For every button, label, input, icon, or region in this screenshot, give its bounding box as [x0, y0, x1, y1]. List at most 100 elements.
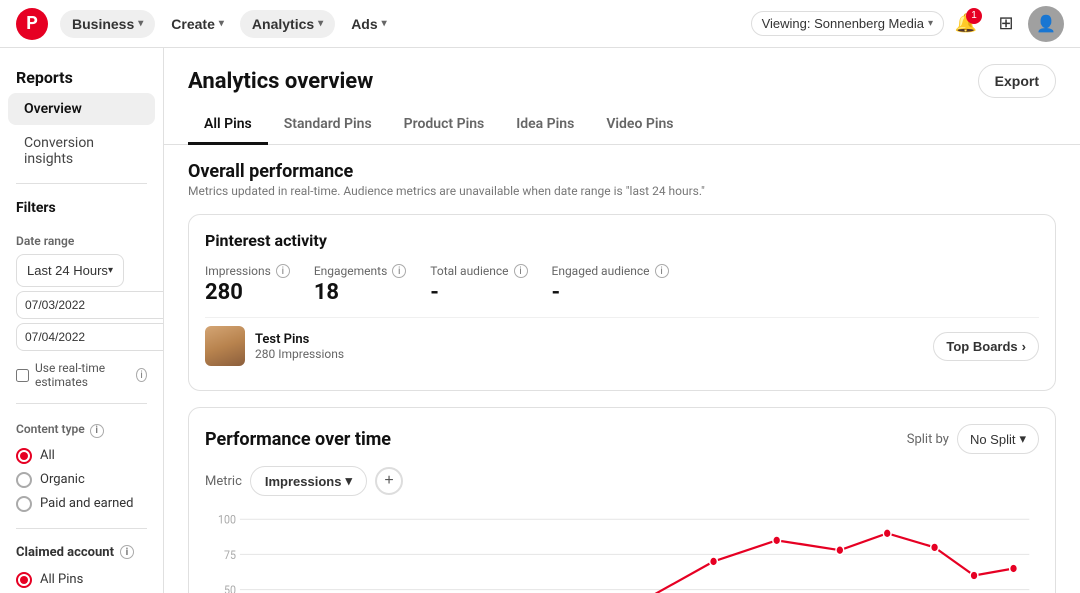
real-time-checkbox[interactable]: [16, 369, 29, 382]
pin-preview-left: Test Pins 280 Impressions: [205, 326, 344, 366]
add-metric-button[interactable]: +: [375, 467, 403, 495]
claimed-account-info-icon[interactable]: i: [120, 545, 134, 559]
avatar-icon: 👤: [1036, 14, 1056, 33]
top-boards-button[interactable]: Top Boards ›: [933, 332, 1039, 361]
metric-value-display: 280: [205, 280, 290, 305]
tab-bar: All PinsStandard PinsProduct PinsIdea Pi…: [164, 106, 1080, 145]
metric-label-engaged-audience: Engaged audience i: [552, 264, 669, 278]
overview-label: Overview: [24, 101, 82, 117]
metric-info-icon[interactable]: i: [514, 264, 528, 278]
viewing-button[interactable]: Viewing: Sonnenberg Media ▾: [751, 11, 944, 36]
performance-chart: 100755025-20h-16h-12h-8h-4hNow: [205, 508, 1039, 593]
content-type-radio-group: AllOrganic Paid and earned: [0, 440, 163, 520]
overall-performance-title: Overall performance: [188, 161, 1056, 182]
date-from-row: 📅: [16, 291, 147, 319]
metric-item-impressions: Impressions i 280: [205, 264, 290, 305]
messages-button[interactable]: ⊞: [988, 6, 1024, 42]
create-nav-button[interactable]: Create ▾: [159, 10, 236, 38]
radio-organic[interactable]: Organic: [0, 468, 163, 492]
tab-all-pins[interactable]: All Pins: [188, 106, 268, 145]
date-from-input[interactable]: [16, 291, 164, 319]
date-to-input[interactable]: [16, 323, 164, 351]
pin-name: Test Pins: [255, 332, 344, 347]
metric-label-total-audience: Total audience i: [430, 264, 527, 278]
real-time-estimates-row: Use real-time estimates i: [0, 355, 163, 395]
top-boards-label: Top Boards: [946, 339, 1017, 354]
conversion-insights-label: Conversion insights: [24, 135, 94, 167]
notification-badge: 1: [966, 8, 982, 24]
tab-video-pins[interactable]: Video Pins: [590, 106, 689, 145]
ads-nav-label: Ads: [351, 16, 377, 32]
pinterest-logo: P: [16, 8, 48, 40]
split-by-select[interactable]: No Split ▾: [957, 424, 1039, 454]
pin-impressions-label: 280 Impressions: [255, 347, 344, 361]
svg-text:75: 75: [224, 547, 236, 562]
ads-chevron-icon: ▾: [382, 18, 387, 29]
content-type-info-icon[interactable]: i: [90, 424, 104, 438]
page-title: Analytics overview: [188, 69, 373, 94]
metric-label-impressions: Impressions i: [205, 264, 290, 278]
business-nav-label: Business: [72, 16, 134, 32]
viewing-label: Viewing: Sonnenberg Media: [762, 16, 924, 31]
create-chevron-icon: ▾: [219, 18, 224, 29]
split-by-label: Split by: [907, 432, 949, 447]
create-nav-label: Create: [171, 16, 215, 32]
grid-icon: ⊞: [998, 13, 1013, 34]
overall-performance-subtitle: Metrics updated in real-time. Audience m…: [188, 184, 1056, 198]
content-type-section-label: Content type i: [0, 412, 163, 440]
main-content: Analytics overview Export All PinsStanda…: [164, 48, 1080, 593]
metric-value-display: -: [552, 280, 669, 305]
radio-circle-icon: [16, 448, 32, 464]
page-container: Reports Overview Conversion insights Fil…: [0, 48, 1080, 593]
split-by-row: Split by No Split ▾: [907, 424, 1039, 454]
metric-info-icon[interactable]: i: [392, 264, 406, 278]
sidebar-divider: [16, 183, 147, 184]
sidebar-item-overview[interactable]: Overview: [8, 93, 155, 125]
metric-select-button[interactable]: Impressions ▾: [250, 466, 367, 496]
top-boards-chevron-icon: ›: [1022, 339, 1026, 354]
metric-item-engagements: Engagements i 18: [314, 264, 406, 305]
reports-section-title: Reports: [0, 60, 163, 91]
export-button[interactable]: Export: [978, 64, 1056, 98]
tab-idea-pins[interactable]: Idea Pins: [500, 106, 590, 145]
radio-circle-icon: [16, 496, 32, 512]
pinterest-activity-card: Pinterest activity Impressions i 280 Eng…: [188, 214, 1056, 391]
radio-paid-and-earned[interactable]: Paid and earned: [0, 492, 163, 516]
radio-option-label: All Pins: [40, 572, 83, 587]
real-time-info-icon[interactable]: i: [136, 368, 147, 382]
radio-circle-icon: [16, 572, 32, 588]
analytics-chevron-icon: ▾: [318, 18, 323, 29]
viewing-chevron-icon: ▾: [928, 18, 933, 29]
metrics-row: Impressions i 280 Engagements i 18 Total…: [205, 264, 1039, 305]
tab-product-pins[interactable]: Product Pins: [388, 106, 501, 145]
sidebar-divider-3: [16, 528, 147, 529]
tab-standard-pins[interactable]: Standard Pins: [268, 106, 388, 145]
svg-text:50: 50: [224, 582, 236, 593]
metric-info-icon[interactable]: i: [655, 264, 669, 278]
metric-select-row: Metric Impressions ▾ +: [205, 466, 1039, 496]
sidebar: Reports Overview Conversion insights Fil…: [0, 48, 164, 593]
metric-info-icon[interactable]: i: [276, 264, 290, 278]
user-avatar[interactable]: 👤: [1028, 6, 1064, 42]
claimed-account-section: Claimed account i: [0, 537, 163, 564]
radio-circle-icon: [16, 472, 32, 488]
analytics-nav-button[interactable]: Analytics ▾: [240, 10, 335, 38]
split-by-value: No Split: [970, 432, 1016, 447]
radio-all-pins[interactable]: All Pins: [0, 568, 163, 592]
filters-title: Filters: [0, 192, 163, 224]
radio-option-label: Paid and earned: [40, 496, 134, 511]
radio-all[interactable]: All: [0, 444, 163, 468]
date-range-chevron-icon: ▾: [108, 265, 113, 276]
real-time-label: Use real-time estimates: [35, 361, 128, 389]
date-range-button[interactable]: Last 24 Hours ▾: [16, 254, 124, 287]
performance-header: Performance over time Split by No Split …: [205, 424, 1039, 454]
ads-nav-button[interactable]: Ads ▾: [339, 10, 398, 38]
chart-container: 100755025-20h-16h-12h-8h-4hNow: [205, 508, 1039, 593]
notifications-button[interactable]: 🔔 1: [948, 6, 984, 42]
sidebar-item-conversion-insights[interactable]: Conversion insights: [8, 127, 155, 175]
business-nav-button[interactable]: Business ▾: [60, 10, 155, 38]
date-range-value: Last 24 Hours: [27, 263, 108, 278]
top-navigation: P Business ▾ Create ▾ Analytics ▾ Ads ▾ …: [0, 0, 1080, 48]
metric-item-total-audience: Total audience i -: [430, 264, 527, 305]
content-area: Overall performance Metrics updated in r…: [164, 145, 1080, 593]
